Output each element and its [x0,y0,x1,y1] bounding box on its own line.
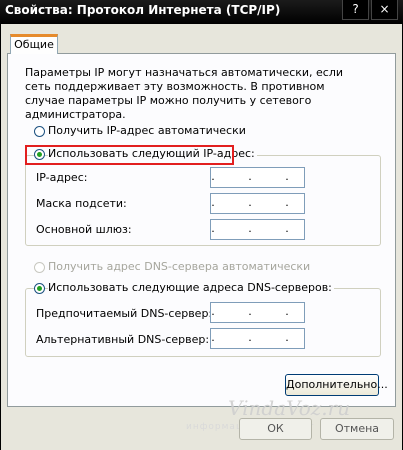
help-button[interactable]: ? [342,0,369,20]
advanced-button[interactable]: Дополнительно... [285,374,388,396]
description-text: Параметры IP могут назначаться автоматич… [25,66,344,121]
subnet-mask-dots: . . . [211,196,304,209]
watermark-logo: VindaVoz.ru [228,396,351,420]
highlight-frame [25,145,234,165]
dns-auto-label[interactable]: Получить адрес DNS-сервера автоматически [48,260,310,273]
preferred-dns-field[interactable]: . . . [210,302,305,323]
alternate-dns-field[interactable]: . . . [210,328,305,349]
ip-auto-radio[interactable] [34,126,45,137]
dns-group-box [25,288,381,357]
preferred-dns-label: Предпочитаемый DNS-сервер: [36,307,213,320]
preferred-dns-dots: . . . [211,305,304,318]
alternate-dns-label: Альтернативный DNS-сервер: [36,333,210,346]
tab-general[interactable]: Общие [10,34,58,54]
close-button[interactable]: × [371,0,398,20]
alternate-dns-dots: . . . [211,331,304,344]
ip-address-dots: . . . [211,170,304,183]
window-title: Свойства: Протокол Интернета (TCP/IP) [5,3,281,17]
gateway-dots: . . . [211,222,304,235]
dns-manual-radio[interactable] [34,283,45,294]
title-bar[interactable]: Свойства: Протокол Интернета (TCP/IP) ? … [0,0,403,24]
subnet-mask-label: Маска подсети: [36,197,127,210]
subnet-mask-field[interactable]: . . . [210,193,305,214]
gateway-field[interactable]: . . . [210,219,305,240]
dns-auto-radio[interactable] [34,262,45,273]
gateway-label: Основной шлюз: [36,223,132,236]
dns-manual-label[interactable]: Использовать следующие адреса DNS-сервер… [48,281,334,294]
ip-address-field[interactable]: . . . [210,167,305,188]
cancel-button[interactable]: Отмена [320,418,394,440]
ok-button[interactable]: ОК [239,418,312,440]
ip-auto-label[interactable]: Получить IP-адрес автоматически [48,124,246,137]
ip-address-label: IP-адрес: [36,171,88,184]
